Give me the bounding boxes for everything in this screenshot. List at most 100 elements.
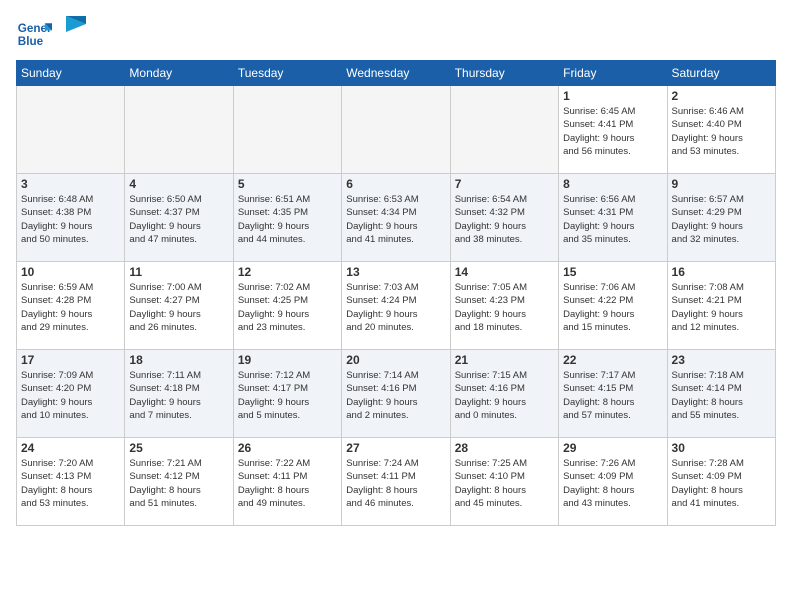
- day-number: 2: [672, 89, 771, 103]
- day-info: Sunrise: 6:50 AMSunset: 4:37 PMDaylight:…: [129, 193, 228, 246]
- calendar-day-cell: 30 Sunrise: 7:28 AMSunset: 4:09 PMDayligh…: [667, 438, 775, 526]
- logo: General Blue: [16, 16, 86, 52]
- calendar-day-cell: 28Sunrise: 7:25 AMSunset: 4:10 PMDayligh…: [450, 438, 558, 526]
- day-number: 11: [129, 265, 228, 279]
- day-number: 1: [563, 89, 662, 103]
- calendar-day-cell: 12 Sunrise: 7:02 AMSunset: 4:25 PMDayligh…: [233, 262, 341, 350]
- calendar-day-cell: 4 Sunrise: 6:50 AMSunset: 4:37 PMDaylight…: [125, 174, 233, 262]
- weekday-header-monday: Monday: [125, 61, 233, 86]
- calendar-week-row: 24 Sunrise: 7:20 AMSunset: 4:13 PMDayligh…: [17, 438, 776, 526]
- day-number: 29: [563, 441, 662, 455]
- calendar-day-cell: 1 Sunrise: 6:45 AMSunset: 4:41 PMDaylight…: [559, 86, 667, 174]
- calendar-day-cell: [342, 86, 450, 174]
- day-info: Sunrise: 6:51 AMSunset: 4:35 PMDaylight:…: [238, 193, 337, 246]
- calendar-day-cell: [450, 86, 558, 174]
- day-info: Sunrise: 7:17 AMSunset: 4:15 PMDaylight:…: [563, 369, 662, 422]
- day-number: 17: [21, 353, 120, 367]
- calendar-week-row: 3 Sunrise: 6:48 AMSunset: 4:38 PMDaylight…: [17, 174, 776, 262]
- day-info: Sunrise: 7:25 AMSunset: 4:10 PMDaylight:…: [455, 457, 554, 510]
- calendar-day-cell: 11 Sunrise: 7:00 AMSunset: 4:27 PMDayligh…: [125, 262, 233, 350]
- day-number: 12: [238, 265, 337, 279]
- calendar-day-cell: 22 Sunrise: 7:17 AMSunset: 4:15 PMDayligh…: [559, 350, 667, 438]
- day-number: 10: [21, 265, 120, 279]
- calendar-day-cell: 2 Sunrise: 6:46 AMSunset: 4:40 PMDaylight…: [667, 86, 775, 174]
- day-info: Sunrise: 7:09 AMSunset: 4:20 PMDaylight:…: [21, 369, 120, 422]
- calendar-day-cell: 24 Sunrise: 7:20 AMSunset: 4:13 PMDayligh…: [17, 438, 125, 526]
- day-info: Sunrise: 6:46 AMSunset: 4:40 PMDaylight:…: [672, 105, 771, 158]
- day-number: 15: [563, 265, 662, 279]
- weekday-header-row: SundayMondayTuesdayWednesdayThursdayFrid…: [17, 61, 776, 86]
- day-info: Sunrise: 7:06 AMSunset: 4:22 PMDaylight:…: [563, 281, 662, 334]
- logo-flag-icon: [66, 16, 86, 44]
- day-info: Sunrise: 7:18 AMSunset: 4:14 PMDaylight:…: [672, 369, 771, 422]
- calendar-day-cell: 8 Sunrise: 6:56 AMSunset: 4:31 PMDaylight…: [559, 174, 667, 262]
- day-number: 22: [563, 353, 662, 367]
- day-number: 7: [455, 177, 554, 191]
- calendar-day-cell: 16Sunrise: 7:08 AMSunset: 4:21 PMDayligh…: [667, 262, 775, 350]
- day-info: Sunrise: 7:12 AMSunset: 4:17 PMDaylight:…: [238, 369, 337, 422]
- day-number: 13: [346, 265, 445, 279]
- calendar-day-cell: 7 Sunrise: 6:54 AMSunset: 4:32 PMDaylight…: [450, 174, 558, 262]
- day-info: Sunrise: 7:21 AMSunset: 4:12 PMDaylight:…: [129, 457, 228, 510]
- day-info: Sunrise: 6:45 AMSunset: 4:41 PMDaylight:…: [563, 105, 662, 158]
- day-info: Sunrise: 6:56 AMSunset: 4:31 PMDaylight:…: [563, 193, 662, 246]
- weekday-header-saturday: Saturday: [667, 61, 775, 86]
- day-number: 16: [672, 265, 771, 279]
- calendar-day-cell: 10 Sunrise: 6:59 AMSunset: 4:28 PMDayligh…: [17, 262, 125, 350]
- weekday-header-tuesday: Tuesday: [233, 61, 341, 86]
- calendar-day-cell: 13 Sunrise: 7:03 AMSunset: 4:24 PMDayligh…: [342, 262, 450, 350]
- day-number: 14: [455, 265, 554, 279]
- day-info: Sunrise: 7:02 AMSunset: 4:25 PMDaylight:…: [238, 281, 337, 334]
- day-info: Sunrise: 6:57 AMSunset: 4:29 PMDaylight:…: [672, 193, 771, 246]
- weekday-header-wednesday: Wednesday: [342, 61, 450, 86]
- calendar-day-cell: 14 Sunrise: 7:05 AMSunset: 4:23 PMDayligh…: [450, 262, 558, 350]
- day-info: Sunrise: 7:11 AMSunset: 4:18 PMDaylight:…: [129, 369, 228, 422]
- day-info: Sunrise: 7:26 AMSunset: 4:09 PMDaylight:…: [563, 457, 662, 510]
- calendar-week-row: 17 Sunrise: 7:09 AMSunset: 4:20 PMDayligh…: [17, 350, 776, 438]
- calendar-day-cell: 15 Sunrise: 7:06 AMSunset: 4:22 PMDayligh…: [559, 262, 667, 350]
- day-number: 24: [21, 441, 120, 455]
- calendar-day-cell: 3 Sunrise: 6:48 AMSunset: 4:38 PMDaylight…: [17, 174, 125, 262]
- day-number: 18: [129, 353, 228, 367]
- day-number: 5: [238, 177, 337, 191]
- page-header: General Blue: [16, 16, 776, 52]
- day-info: Sunrise: 7:14 AMSunset: 4:16 PMDaylight:…: [346, 369, 445, 422]
- weekday-header-thursday: Thursday: [450, 61, 558, 86]
- day-number: 4: [129, 177, 228, 191]
- calendar-day-cell: [17, 86, 125, 174]
- calendar-day-cell: 20Sunrise: 7:14 AMSunset: 4:16 PMDayligh…: [342, 350, 450, 438]
- day-info: Sunrise: 7:05 AMSunset: 4:23 PMDaylight:…: [455, 281, 554, 334]
- day-info: Sunrise: 7:00 AMSunset: 4:27 PMDaylight:…: [129, 281, 228, 334]
- day-info: Sunrise: 7:22 AMSunset: 4:11 PMDaylight:…: [238, 457, 337, 510]
- day-info: Sunrise: 6:59 AMSunset: 4:28 PMDaylight:…: [21, 281, 120, 334]
- calendar-day-cell: 21 Sunrise: 7:15 AMSunset: 4:16 PMDayligh…: [450, 350, 558, 438]
- day-info: Sunrise: 6:48 AMSunset: 4:38 PMDaylight:…: [21, 193, 120, 246]
- day-info: Sunrise: 7:28 AMSunset: 4:09 PMDaylight:…: [672, 457, 771, 510]
- day-info: Sunrise: 7:20 AMSunset: 4:13 PMDaylight:…: [21, 457, 120, 510]
- day-number: 8: [563, 177, 662, 191]
- day-info: Sunrise: 6:53 AMSunset: 4:34 PMDaylight:…: [346, 193, 445, 246]
- calendar-day-cell: [233, 86, 341, 174]
- day-number: 6: [346, 177, 445, 191]
- calendar-day-cell: 23Sunrise: 7:18 AMSunset: 4:14 PMDayligh…: [667, 350, 775, 438]
- calendar-week-row: 10 Sunrise: 6:59 AMSunset: 4:28 PMDayligh…: [17, 262, 776, 350]
- calendar-week-row: 1 Sunrise: 6:45 AMSunset: 4:41 PMDaylight…: [17, 86, 776, 174]
- day-number: 30: [672, 441, 771, 455]
- day-info: Sunrise: 7:24 AMSunset: 4:11 PMDaylight:…: [346, 457, 445, 510]
- day-number: 3: [21, 177, 120, 191]
- calendar-day-cell: 19 Sunrise: 7:12 AMSunset: 4:17 PMDayligh…: [233, 350, 341, 438]
- day-info: Sunrise: 7:03 AMSunset: 4:24 PMDaylight:…: [346, 281, 445, 334]
- calendar-day-cell: 25Sunrise: 7:21 AMSunset: 4:12 PMDayligh…: [125, 438, 233, 526]
- logo-icon: General Blue: [16, 16, 52, 52]
- calendar-day-cell: 26Sunrise: 7:22 AMSunset: 4:11 PMDayligh…: [233, 438, 341, 526]
- day-number: 27: [346, 441, 445, 455]
- calendar-day-cell: 27 Sunrise: 7:24 AMSunset: 4:11 PMDayligh…: [342, 438, 450, 526]
- day-number: 21: [455, 353, 554, 367]
- day-number: 19: [238, 353, 337, 367]
- day-info: Sunrise: 7:15 AMSunset: 4:16 PMDaylight:…: [455, 369, 554, 422]
- weekday-header-friday: Friday: [559, 61, 667, 86]
- weekday-header-sunday: Sunday: [17, 61, 125, 86]
- calendar-day-cell: 18 Sunrise: 7:11 AMSunset: 4:18 PMDayligh…: [125, 350, 233, 438]
- day-number: 9: [672, 177, 771, 191]
- day-info: Sunrise: 6:54 AMSunset: 4:32 PMDaylight:…: [455, 193, 554, 246]
